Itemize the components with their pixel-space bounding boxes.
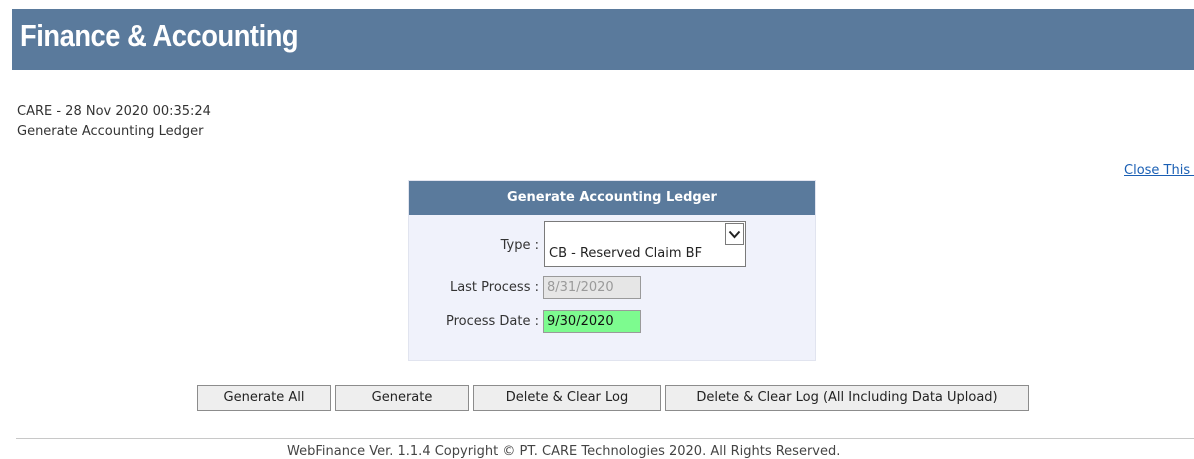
app-title: Finance & Accounting <box>20 18 299 53</box>
type-select-value: CB - Reserved Claim BF <box>549 246 703 261</box>
ledger-panel: Generate Accounting Ledger Type : CB - R… <box>408 180 816 361</box>
generate-all-button[interactable]: Generate All <box>197 385 331 411</box>
last-process-label: Last Process : <box>449 280 539 295</box>
page-title: Generate Accounting Ledger <box>17 124 204 139</box>
panel-title: Generate Accounting Ledger <box>409 181 815 215</box>
process-date-field[interactable]: 9/30/2020 <box>543 310 641 333</box>
delete-clear-log-all-button[interactable]: Delete & Clear Log (All Including Data U… <box>665 385 1029 411</box>
process-date-label: Process Date : <box>445 314 539 329</box>
header-banner: Finance & Accounting <box>12 9 1194 70</box>
close-page-link[interactable]: Close This Pag <box>1124 163 1194 178</box>
footer-copyright: WebFinance Ver. 1.1.4 Copyright © PT. CA… <box>287 444 841 459</box>
delete-clear-log-button[interactable]: Delete & Clear Log <box>473 385 661 411</box>
footer-divider <box>16 438 1194 439</box>
last-process-field: 8/31/2020 <box>543 276 641 299</box>
type-label: Type : <box>500 238 539 253</box>
generate-button[interactable]: Generate <box>335 385 469 411</box>
type-select[interactable]: CB - Reserved Claim BF <box>544 221 746 267</box>
chevron-down-icon[interactable] <box>725 223 744 245</box>
session-info: CARE - 28 Nov 2020 00:35:24 <box>17 104 211 119</box>
